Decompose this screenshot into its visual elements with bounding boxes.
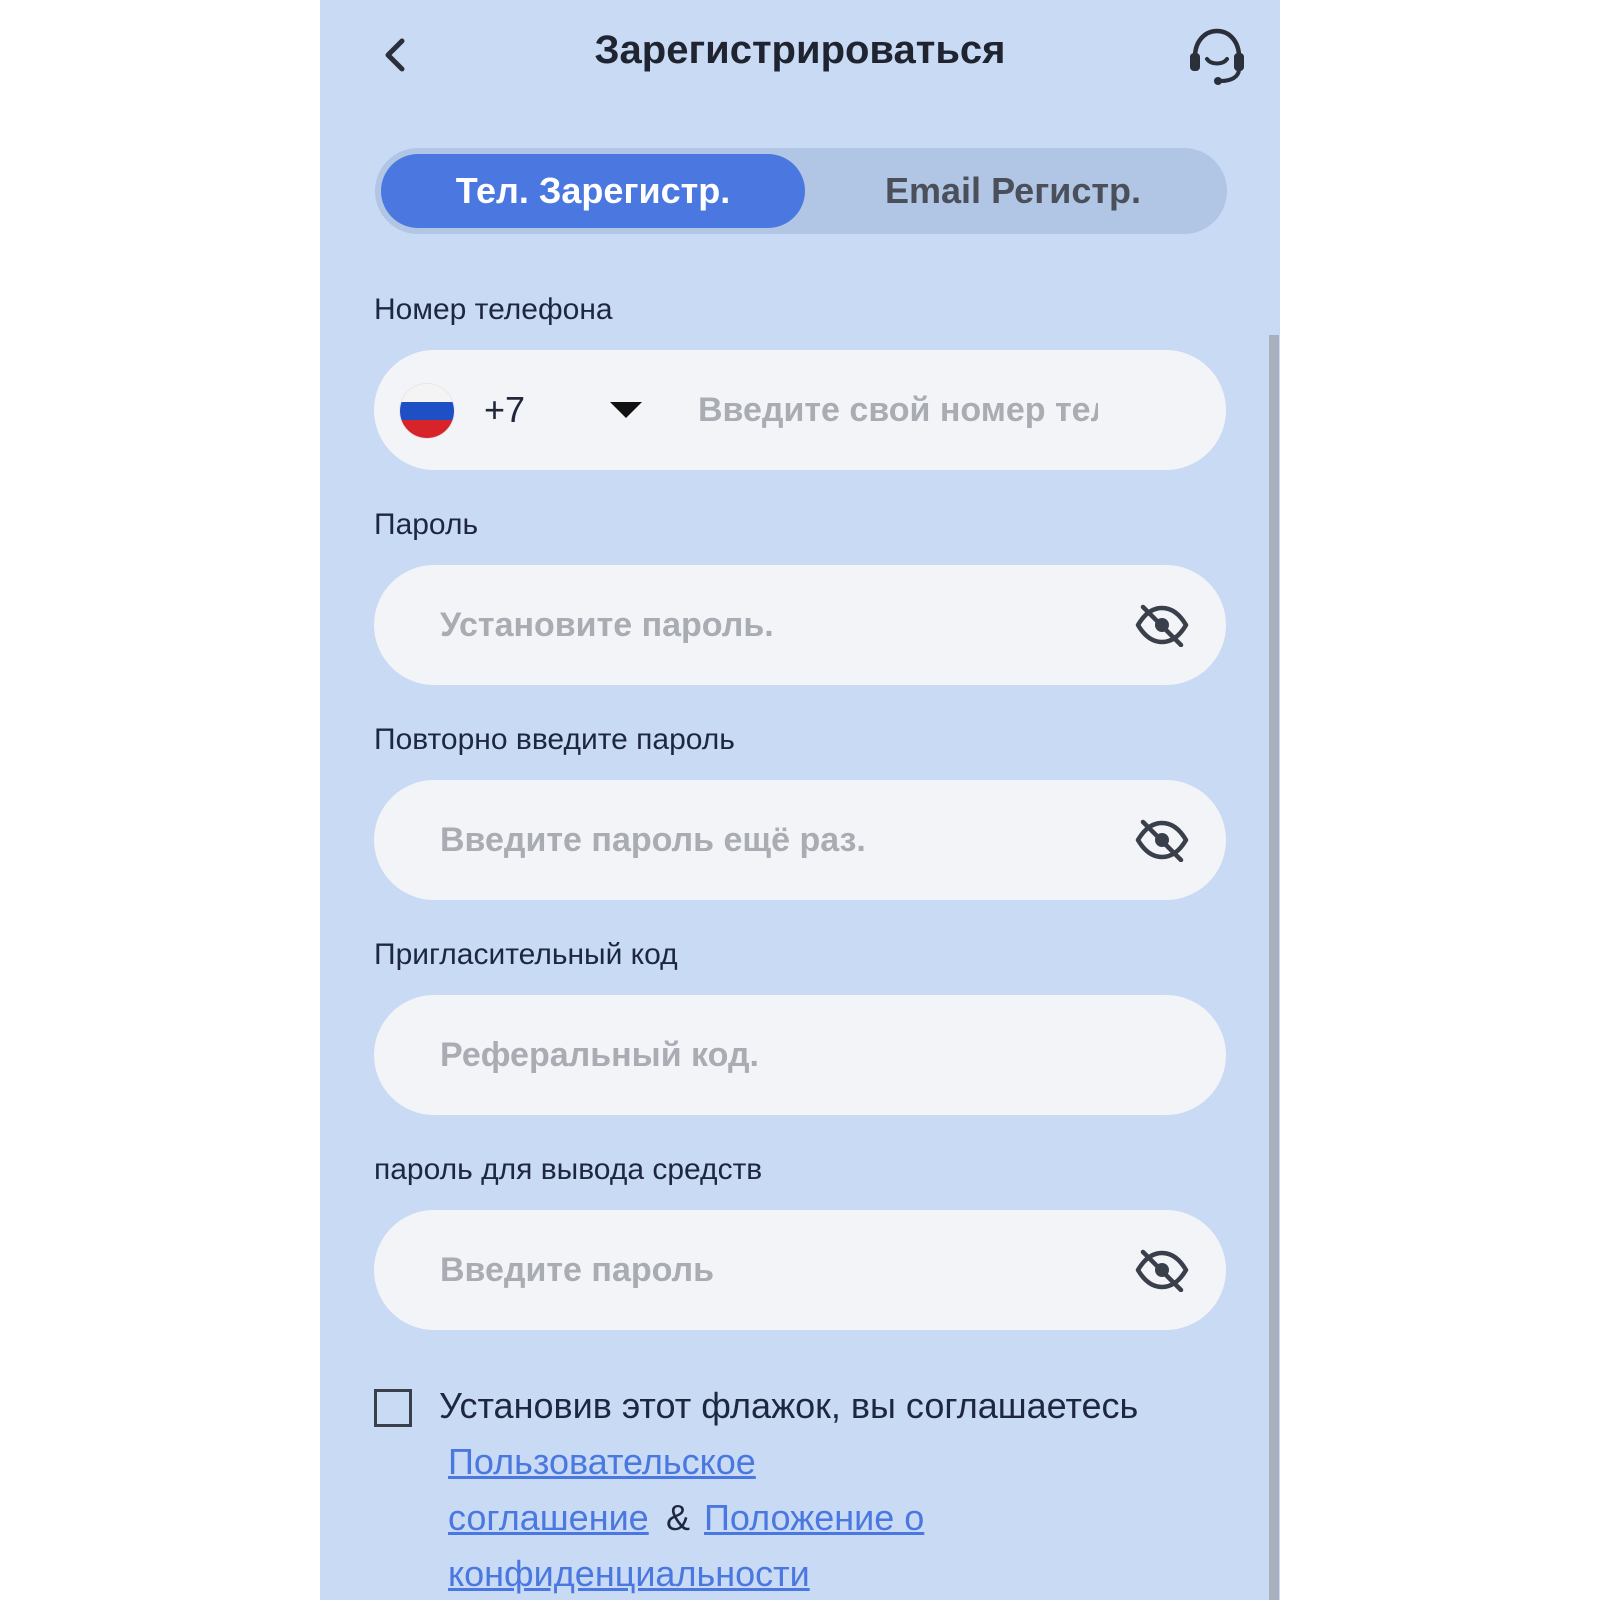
support-button[interactable] xyxy=(1182,20,1252,90)
agreement-text: Установив этот флажок, вы соглашаетесь xyxy=(439,1385,1139,1426)
confirm-password-label: Повторно введите пароль xyxy=(374,723,735,756)
page-title: Зарегистрироваться xyxy=(594,28,1006,72)
withdraw-password-field xyxy=(374,1210,1226,1330)
password-input[interactable] xyxy=(440,565,1080,685)
withdraw-password-input[interactable] xyxy=(440,1210,1080,1330)
password-label: Пароль xyxy=(374,508,479,541)
confirm-password-input[interactable] xyxy=(440,780,1080,900)
eye-off-icon xyxy=(1135,604,1189,647)
user-agreement-link-cont[interactable]: соглашение xyxy=(448,1497,649,1539)
eye-off-icon xyxy=(1135,819,1189,862)
privacy-policy-link-cont[interactable]: конфиденциальности xyxy=(448,1553,810,1595)
header: Зарегистрироваться xyxy=(320,0,1280,110)
register-method-tabs: Тел. Зарегистр. Email Регистр. xyxy=(375,148,1227,234)
confirm-password-visibility-toggle[interactable] xyxy=(1134,812,1190,868)
russia-flag-icon[interactable] xyxy=(400,384,454,438)
tab-phone-register[interactable]: Тел. Зарегистр. xyxy=(381,154,805,228)
phone-input[interactable] xyxy=(698,350,1098,470)
country-code[interactable]: +7 xyxy=(484,350,525,470)
withdraw-password-label: пароль для вывода средств xyxy=(374,1153,763,1186)
user-agreement-link[interactable]: Пользовательское xyxy=(448,1441,756,1483)
eye-off-icon xyxy=(1135,1249,1189,1292)
agreement-checkbox[interactable] xyxy=(374,1389,412,1427)
password-visibility-toggle[interactable] xyxy=(1134,597,1190,653)
tab-email-register[interactable]: Email Регистр. xyxy=(805,154,1221,228)
scrollbar[interactable] xyxy=(1269,335,1279,1600)
phone-field: +7 xyxy=(374,350,1226,470)
invite-code-input[interactable] xyxy=(440,995,1180,1115)
password-field xyxy=(374,565,1226,685)
phone-label: Номер телефона xyxy=(374,293,613,326)
invite-code-field xyxy=(374,995,1226,1115)
invite-code-label: Пригласительный код xyxy=(374,938,678,971)
caret-down-icon[interactable] xyxy=(610,402,642,418)
withdraw-password-visibility-toggle[interactable] xyxy=(1134,1242,1190,1298)
headset-icon xyxy=(1190,28,1244,85)
register-screen: Зарегистрироваться Тел. Зарегистр. Email… xyxy=(320,0,1280,1600)
ampersand: & xyxy=(666,1497,691,1538)
privacy-policy-link[interactable]: Положение о xyxy=(704,1497,924,1539)
confirm-password-field xyxy=(374,780,1226,900)
